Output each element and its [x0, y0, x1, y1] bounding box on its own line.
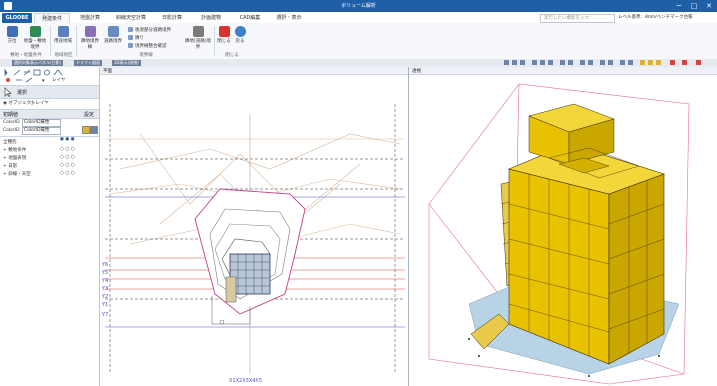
doc-tab-selection-panel[interactable]: 選択対象表示パネル(日影) [12, 60, 64, 66]
layer-item[interactable]: + 日影 [3, 163, 17, 169]
tab-skyline[interactable]: 斜線天空計算 [111, 13, 151, 23]
setback-road-item[interactable]: 後退部分道路境界 [128, 27, 171, 33]
perspective-view[interactable]: 透視 [409, 67, 717, 386]
tool-label: 選択 [17, 90, 28, 96]
props-title: 初期値 [3, 112, 19, 118]
setback-icon [128, 27, 133, 32]
tab-gloobe[interactable]: GLOOBE [2, 13, 32, 23]
group-label-close: 閉じる [225, 53, 239, 58]
boundary-icon [84, 26, 96, 37]
layer-dropdown[interactable]: レイヤ [52, 77, 65, 83]
tab-plan-building[interactable]: 計画建物 [193, 13, 229, 23]
zoning-button[interactable]: 用途地域 [53, 26, 73, 44]
color-swatch[interactable] [90, 126, 98, 134]
props-header: 初期値 設定 [0, 109, 99, 119]
back-button[interactable]: 戻る [233, 26, 247, 44]
close-icon [218, 26, 230, 37]
tab-select-display[interactable]: 選択・表示 [271, 13, 307, 23]
layer-item[interactable]: + 敷地条件 [3, 147, 26, 153]
color-select[interactable]: ColorID属性 [22, 127, 61, 135]
tab-cad-edit[interactable]: CAD編集 [232, 13, 268, 23]
layer-toggles[interactable]: ○ ○ ○ [60, 163, 75, 168]
tool-header: 選択 [0, 85, 99, 99]
axis-label: Y1 [101, 302, 108, 308]
divider [0, 136, 99, 137]
group-label-zoning: 地域地区 [54, 53, 73, 58]
axis-label: Y6 [101, 262, 108, 268]
back-icon [234, 26, 246, 37]
plan-drawing[interactable]: Y6 Y5 Y4 Y3 Y2 Y1 Y7 X1X2X3X4X5 [100, 74, 408, 386]
title-bar: ボリューム解析 ─ □ ✕ [0, 0, 717, 12]
svg-text:▾: ▾ [42, 78, 45, 84]
close-window-button[interactable]: ✕ [702, 0, 716, 12]
group-separator [76, 26, 77, 56]
compass-icon [6, 26, 18, 37]
view-toolbar[interactable] [404, 59, 717, 67]
site-ground-button[interactable]: 地盤・敷地境界 [22, 26, 48, 50]
radio-layer[interactable]: ○ レイヤ [30, 100, 49, 106]
tab-ground[interactable]: 地盤計算 [72, 13, 108, 23]
layer-toggles[interactable]: ○ ○ ○ [60, 147, 75, 152]
layer-item[interactable]: + 斜線・天空 [3, 171, 31, 177]
layer-list-title: 全種別 [3, 140, 17, 145]
draw-toolbar[interactable]: ▾ [2, 68, 97, 84]
layer-toggles[interactable]: ○ ○ ○ [60, 155, 75, 160]
plan-view[interactable]: 平面 Y6 Y5 Y4 Y3 Y2 Y1 Y7 X1X2X3X4X5 [100, 67, 409, 386]
building-3d-model[interactable] [409, 74, 717, 386]
zoning-icon [57, 26, 69, 37]
color-row: ColorID [3, 120, 20, 125]
boundary-check-item[interactable]: 境界線整合確認 [128, 43, 167, 49]
axis-label: Y3 [101, 286, 108, 292]
road-icon [107, 26, 119, 37]
close-ribbon-button[interactable]: 閉じる [217, 26, 231, 44]
adjacent-item[interactable]: 隣り [128, 35, 144, 41]
pointer-icon [4, 87, 12, 97]
layer-visibility-icons: ● ● ● [60, 137, 75, 142]
axis-label: Y5 [101, 270, 108, 276]
level-info: レベル基準：8mh/ベンチマーク台帳 [618, 15, 693, 20]
site-icon [29, 26, 41, 37]
color-row: ColorID [3, 128, 20, 133]
axis-label: Y4 [101, 278, 108, 284]
left-panel: ▾ レイヤ 選択 ◉ オブジェクト ○ レイヤ 初期値 設定 ColorID C… [0, 67, 100, 386]
orientation-button[interactable]: 方位 [4, 26, 20, 44]
ribbon: 方位 地盤・敷地境界 用途地域 隣地境界線 道路境界 後退部分道路境界 隣り 境… [0, 23, 717, 60]
minimize-button[interactable]: ─ [672, 0, 686, 12]
color-select[interactable]: ColorID属性 [22, 119, 61, 127]
line-icon [192, 26, 204, 37]
doc-tab-draft[interactable]: ドラフト図面 [74, 60, 102, 66]
layer-item[interactable]: + 地盤表現 [3, 155, 26, 161]
road-boundary-button[interactable]: 道路境界 [102, 26, 124, 44]
color-swatch[interactable] [82, 126, 90, 134]
axis-label: Y2 [101, 294, 108, 300]
group-label-site: 敷地・地盤条件 [10, 53, 42, 58]
window-title: ボリューム解析 [341, 3, 376, 9]
maximize-button[interactable]: □ [687, 0, 701, 12]
neighbor-road-boundary-button[interactable]: 隣地(道路)境界 [184, 26, 212, 50]
axis-label: Y7 [101, 312, 108, 318]
check-icon [128, 43, 133, 48]
layer-toggles[interactable]: ○ ○ ○ [60, 171, 75, 176]
tab-shadow[interactable]: 日影計算 [154, 13, 190, 23]
props-settings-button[interactable]: 設定 [84, 111, 94, 118]
axis-label: X1X2X3X4X5 [229, 378, 262, 384]
group-label-boundary: 境界線 [139, 53, 153, 58]
doc-tab-3d[interactable]: 3D表示(透視) [112, 60, 141, 66]
adjacent-icon [128, 35, 133, 40]
neighbor-boundary-button[interactable]: 隣地境界線 [79, 26, 101, 50]
command-search-input[interactable]: 実行したい機能を入力 [540, 14, 615, 23]
